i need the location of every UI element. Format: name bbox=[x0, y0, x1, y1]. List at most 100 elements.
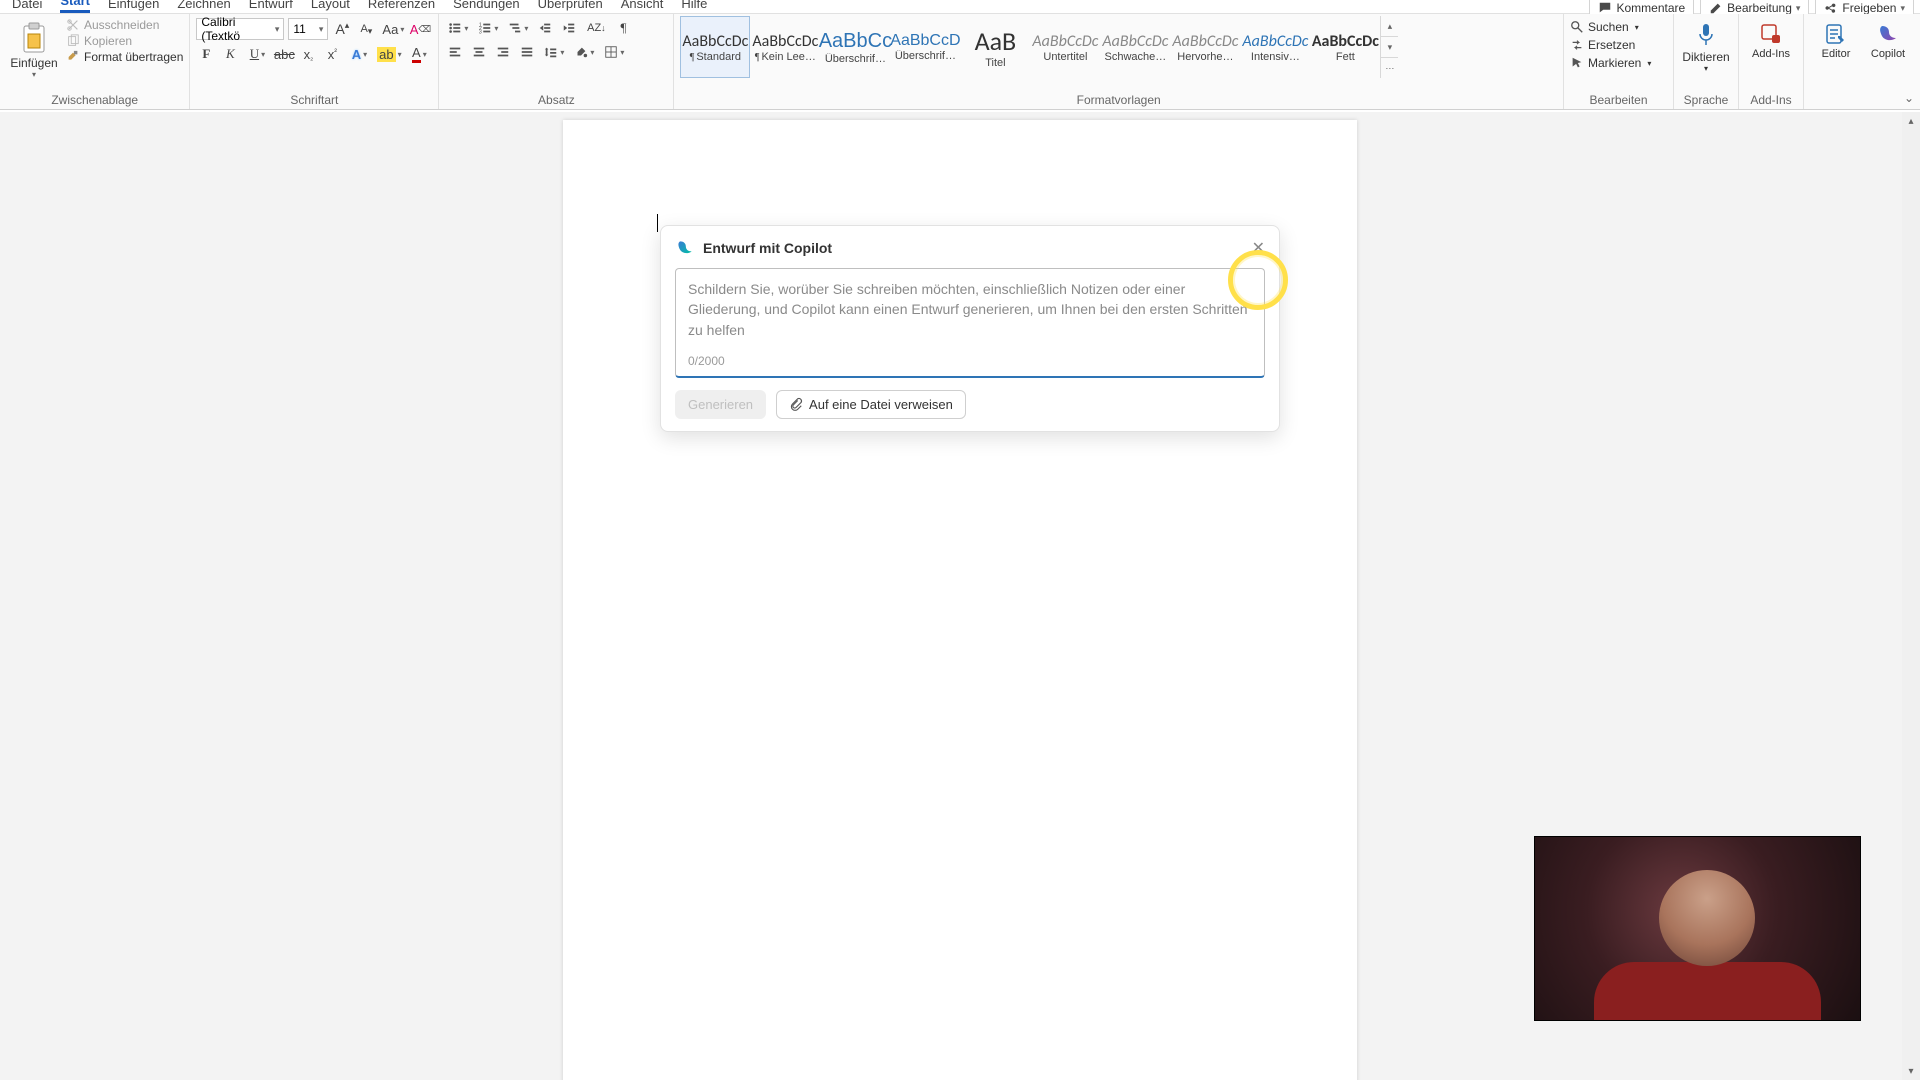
tab-start[interactable]: Start bbox=[60, 0, 90, 13]
find-button[interactable]: Suchen▾ bbox=[1570, 20, 1651, 34]
scroll-track[interactable] bbox=[1902, 130, 1920, 1062]
grow-font-button[interactable]: A▴ bbox=[332, 19, 352, 39]
style-label: Schwache… bbox=[1103, 51, 1167, 63]
sort-button[interactable]: AZ↓ bbox=[583, 18, 609, 38]
tab-einfuegen[interactable]: Einfügen bbox=[108, 0, 159, 13]
outdent-icon bbox=[538, 21, 552, 35]
group-assist: Editor Copilot bbox=[1804, 14, 1920, 109]
tab-ueberpruefen[interactable]: Überprüfen bbox=[538, 0, 603, 13]
style-label: Intensiv… bbox=[1243, 51, 1307, 63]
close-button[interactable]: ✕ bbox=[1252, 238, 1265, 258]
justify-button[interactable] bbox=[517, 42, 537, 62]
style-intense[interactable]: AaBbCcDc Intensiv… bbox=[1240, 16, 1310, 78]
bold-button[interactable]: F bbox=[196, 44, 216, 64]
shrink-font-button[interactable]: A▾ bbox=[356, 19, 376, 39]
svg-text:3: 3 bbox=[479, 29, 482, 35]
copy-button[interactable]: Kopieren bbox=[66, 34, 183, 48]
style-no-spacing[interactable]: AaBbCcDc ¶Kein Lee… bbox=[750, 16, 820, 78]
align-right-button[interactable] bbox=[493, 42, 513, 62]
style-preview: AaBbCcDc bbox=[1312, 32, 1379, 51]
style-subtle-emphasis[interactable]: AaBbCcDc Schwache… bbox=[1100, 16, 1170, 78]
chevron-down-icon: ▾ bbox=[1900, 3, 1905, 14]
underline-button[interactable]: U▾ bbox=[244, 44, 270, 64]
font-color-button[interactable]: A▾ bbox=[406, 44, 432, 64]
group-voice: Diktieren ▾ Sprache bbox=[1674, 14, 1739, 109]
tab-referenzen[interactable]: Referenzen bbox=[368, 0, 435, 13]
highlight-button[interactable]: ab▾ bbox=[376, 44, 402, 64]
gallery-up-button[interactable]: ▴ bbox=[1381, 16, 1398, 37]
increase-indent-button[interactable] bbox=[559, 18, 579, 38]
borders-button[interactable]: ▾ bbox=[601, 42, 627, 62]
cut-button[interactable]: Ausschneiden bbox=[66, 18, 183, 32]
clipboard-icon bbox=[20, 22, 48, 54]
style-standard[interactable]: AaBbCcDc ¶Standard bbox=[680, 16, 750, 78]
gallery-scroll: ▴ ▾ ⋯ bbox=[1380, 16, 1398, 78]
vertical-scrollbar[interactable]: ▴ ▾ bbox=[1902, 112, 1920, 1080]
align-center-button[interactable] bbox=[469, 42, 489, 62]
copilot-prompt-input[interactable]: Schildern Sie, worüber Sie schreiben möc… bbox=[675, 268, 1265, 378]
tab-sendungen[interactable]: Sendungen bbox=[453, 0, 520, 13]
mic-icon bbox=[1695, 22, 1717, 48]
change-case-button[interactable]: Aa▾ bbox=[380, 19, 406, 39]
tab-layout[interactable]: Layout bbox=[311, 0, 350, 13]
superscript-button[interactable]: x² bbox=[322, 44, 342, 64]
font-size-combo[interactable]: 11▾ bbox=[288, 18, 328, 40]
align-left-button[interactable] bbox=[445, 42, 465, 62]
style-heading1[interactable]: AaBbCc Überschrif… bbox=[820, 16, 890, 78]
shading-button[interactable]: ▾ bbox=[571, 42, 597, 62]
generate-label: Generieren bbox=[688, 397, 753, 412]
group-label-font: Schriftart bbox=[196, 91, 432, 109]
reference-file-button[interactable]: Auf eine Datei verweisen bbox=[776, 390, 966, 419]
style-emphasis[interactable]: AaBbCcDc Hervorhe… bbox=[1170, 16, 1240, 78]
tab-datei[interactable]: Datei bbox=[12, 0, 42, 13]
chevron-down-icon: ▾ bbox=[1647, 59, 1651, 68]
select-button[interactable]: Markieren▾ bbox=[1570, 56, 1651, 70]
style-title[interactable]: AaB Titel bbox=[960, 16, 1030, 78]
addins-label: Add-Ins bbox=[1752, 48, 1790, 60]
line-spacing-button[interactable]: ▾ bbox=[541, 42, 567, 62]
italic-button[interactable]: K bbox=[220, 44, 240, 64]
numbering-button[interactable]: 123▾ bbox=[475, 18, 501, 38]
replace-button[interactable]: Ersetzen bbox=[1570, 38, 1651, 52]
tab-hilfe[interactable]: Hilfe bbox=[681, 0, 707, 13]
replace-label: Ersetzen bbox=[1588, 38, 1635, 52]
gallery-down-button[interactable]: ▾ bbox=[1381, 37, 1398, 58]
tab-entwurf[interactable]: Entwurf bbox=[249, 0, 293, 13]
show-marks-button[interactable]: ¶ bbox=[613, 18, 633, 38]
font-name-value: Calibri (Textkö bbox=[201, 15, 270, 43]
chevron-down-icon: ▾ bbox=[1635, 23, 1639, 32]
subscript-button[interactable]: x₂ bbox=[298, 44, 318, 64]
numbering-icon: 123 bbox=[478, 21, 492, 35]
text-effects-button[interactable]: A▾ bbox=[346, 44, 372, 64]
scroll-down-button[interactable]: ▾ bbox=[1902, 1062, 1920, 1080]
style-preview: AaBbCcDc bbox=[1242, 32, 1308, 51]
cut-label: Ausschneiden bbox=[84, 18, 159, 32]
clear-formatting-button[interactable]: A⌫ bbox=[410, 19, 430, 39]
copilot-button[interactable]: Copilot bbox=[1862, 16, 1914, 60]
multilevel-list-button[interactable]: ▾ bbox=[505, 18, 531, 38]
editor-button[interactable]: Editor bbox=[1810, 16, 1862, 60]
style-strong[interactable]: AaBbCcDc Fett bbox=[1310, 16, 1380, 78]
paste-button[interactable]: Einfügen ▾ bbox=[6, 16, 62, 84]
gallery-more-button[interactable]: ⋯ bbox=[1381, 58, 1398, 78]
style-subtitle[interactable]: AaBbCcDc Untertitel bbox=[1030, 16, 1100, 78]
multilevel-icon bbox=[508, 21, 522, 35]
scroll-up-button[interactable]: ▴ bbox=[1902, 112, 1920, 130]
tab-ansicht[interactable]: Ansicht bbox=[621, 0, 664, 13]
addins-icon bbox=[1759, 22, 1783, 46]
format-painter-button[interactable]: Format übertragen bbox=[66, 50, 183, 64]
addins-button[interactable]: Add-Ins bbox=[1745, 16, 1797, 60]
style-heading2[interactable]: AaBbCcD Überschrif… bbox=[890, 16, 960, 78]
bullets-button[interactable]: ▾ bbox=[445, 18, 471, 38]
text-cursor bbox=[657, 214, 658, 232]
font-name-combo[interactable]: Calibri (Textkö▾ bbox=[196, 18, 284, 40]
dictate-button[interactable]: Diktieren ▾ bbox=[1680, 16, 1732, 73]
tab-zeichnen[interactable]: Zeichnen bbox=[177, 0, 230, 13]
generate-button[interactable]: Generieren bbox=[675, 390, 766, 419]
strikethrough-button[interactable]: abc bbox=[274, 44, 294, 64]
collapse-ribbon-button[interactable]: ⌄ bbox=[1904, 91, 1914, 105]
dictate-label: Diktieren bbox=[1682, 50, 1729, 64]
decrease-indent-button[interactable] bbox=[535, 18, 555, 38]
style-label: Überschrif… bbox=[823, 53, 887, 65]
copilot-actions: Generieren Auf eine Datei verweisen bbox=[675, 390, 1265, 419]
